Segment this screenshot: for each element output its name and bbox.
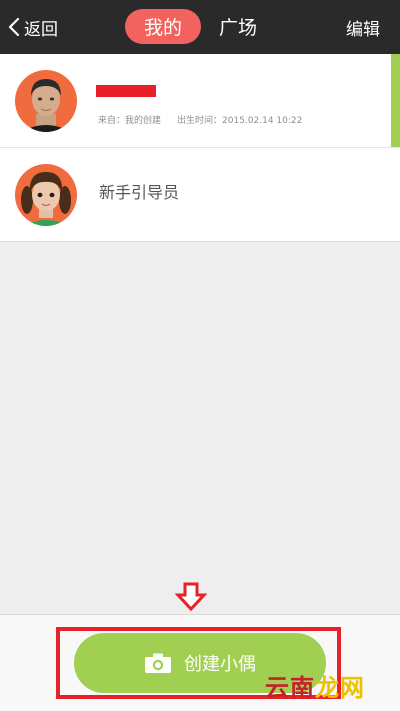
top-nav-bar: 返回 我的 广场 编辑 — [0, 0, 400, 54]
selected-indicator — [391, 54, 400, 147]
list-item-my-avatar[interactable]: 来自：我的创建 出生时间：2015.02.14 10:22 — [0, 54, 400, 147]
item-birth-time: 出生时间：2015.02.14 10:22 — [177, 116, 303, 126]
tab-square[interactable]: 广场 — [210, 9, 266, 44]
item-title: 新手引导员 — [99, 183, 180, 202]
chevron-left-icon — [8, 17, 24, 37]
list-item-guide[interactable]: 新手引导员 — [0, 147, 400, 242]
back-label: 返回 — [24, 19, 58, 40]
down-arrow-icon — [175, 582, 207, 612]
tab-mine[interactable]: 我的 — [125, 9, 201, 44]
avatar-girl — [15, 164, 77, 226]
item-meta: 来自：我的创建 出生时间：2015.02.14 10:22 — [98, 113, 302, 126]
edit-button[interactable]: 编辑 — [346, 14, 380, 40]
avatar-boy — [15, 70, 77, 132]
back-button[interactable]: 返回 — [8, 14, 58, 40]
watermark: 云南 龙网 — [265, 668, 365, 702]
item-name-redacted — [96, 85, 156, 97]
watermark-part2: 龙网 — [315, 673, 365, 702]
watermark-part1: 云南 — [265, 673, 315, 702]
avatar-list: 来自：我的创建 出生时间：2015.02.14 10:22 新手引导员 — [0, 54, 400, 242]
item-source: 来自：我的创建 — [98, 116, 162, 126]
